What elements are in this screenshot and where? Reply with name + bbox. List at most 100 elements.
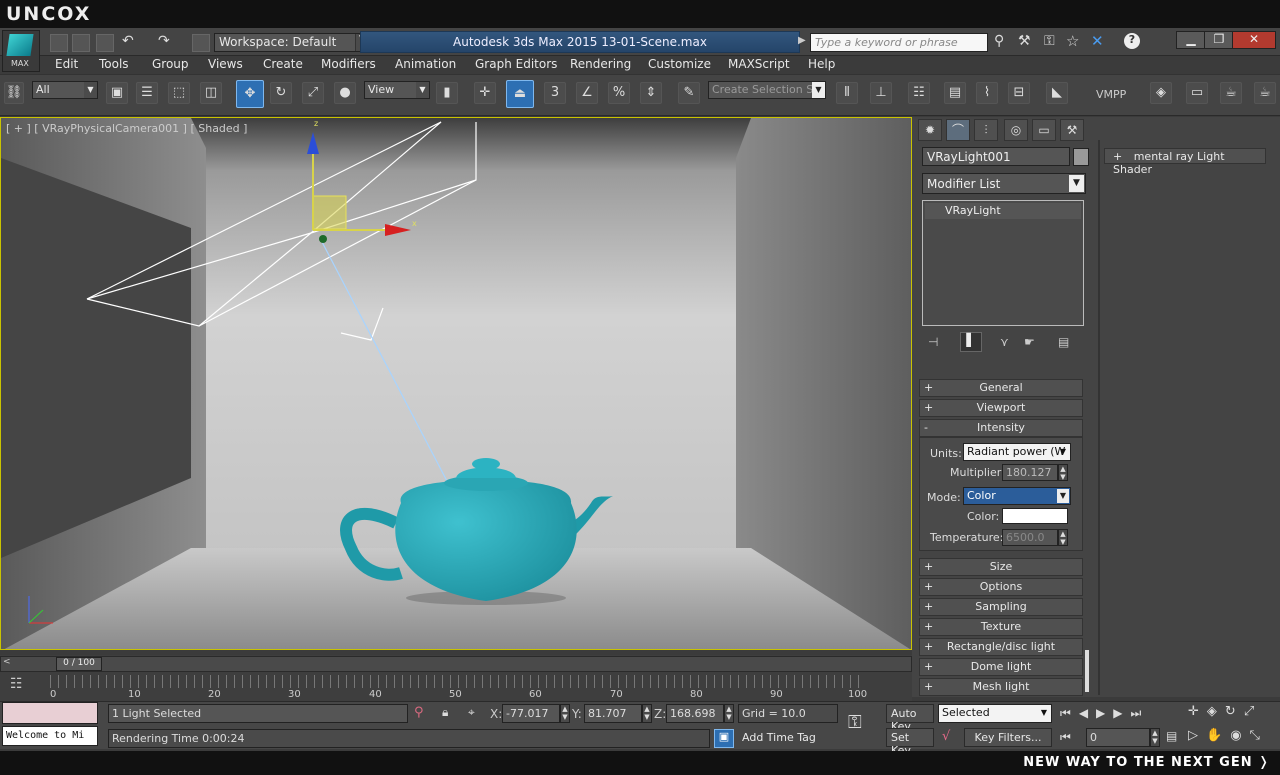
rollout-intensity[interactable]: - Intensity (919, 419, 1083, 437)
maximize-viewport-icon[interactable]: ⤢ (1244, 704, 1262, 719)
zoom-all-icon[interactable]: ◈ (1207, 704, 1225, 719)
close-button[interactable]: ✕ (1232, 31, 1276, 49)
walk-through-icon[interactable]: ◉ (1230, 728, 1249, 743)
key-filters-button[interactable]: Key Filters... (964, 728, 1052, 747)
time-tag-icon[interactable]: ▣ (714, 729, 734, 748)
project-folder-icon[interactable] (192, 34, 210, 52)
open-file-icon[interactable] (72, 34, 90, 52)
add-time-tag-button[interactable]: Add Time Tag (738, 729, 838, 748)
workspace-dropdown[interactable]: Workspace: Default ▼ (214, 33, 370, 52)
move-gizmo-plane[interactable] (312, 195, 347, 230)
previous-frame-icon[interactable]: ◀ (1079, 706, 1096, 720)
select-and-rotate-icon[interactable]: ↻ (270, 82, 292, 104)
rollout-mesh-light[interactable]: + Mesh light (919, 678, 1083, 696)
tools-icon[interactable]: ⚒ (1018, 33, 1031, 49)
select-by-name-icon[interactable]: ☰ (136, 82, 158, 104)
exchange-icon[interactable]: ✕ (1091, 32, 1104, 50)
isolate-selection-icon[interactable]: ⚲ (414, 705, 424, 720)
reference-coordinate-dropdown[interactable]: View ▼ (364, 81, 430, 99)
edit-named-selection-icon[interactable]: ✎ (678, 82, 700, 104)
current-frame-spinner[interactable]: ▲ ▼ (1150, 728, 1160, 747)
make-unique-icon[interactable]: ⋎ (1000, 335, 1009, 349)
layer-manager-icon[interactable]: ☷ (908, 82, 930, 104)
light-color-swatch[interactable] (1002, 508, 1068, 524)
configure-modifier-sets-icon[interactable]: ▤ (1058, 335, 1069, 349)
x-spinner[interactable]: ▲ ▼ (560, 704, 570, 723)
absolute-mode-icon[interactable]: ⌖ (468, 705, 475, 720)
field-of-view-icon[interactable]: ▷ (1188, 728, 1206, 743)
temperature-field[interactable]: 6500.0 (1002, 529, 1058, 546)
percent-snap-icon[interactable]: % (608, 82, 630, 104)
go-to-start-icon[interactable]: ⏮ (1060, 706, 1079, 720)
menu-rendering[interactable]: Rendering (570, 57, 631, 71)
z-spinner[interactable]: ▲ ▼ (724, 704, 734, 723)
temperature-spinner[interactable]: ▲ ▼ (1058, 529, 1068, 546)
menu-animation[interactable]: Animation (395, 57, 456, 71)
time-slider-thumb[interactable]: 0 / 100 (56, 657, 102, 671)
redo-icon[interactable]: ↷ (158, 33, 170, 49)
remove-modifier-icon[interactable]: ☛ (1024, 335, 1035, 349)
orbit-icon[interactable]: ↻ (1225, 704, 1244, 719)
modifier-stack[interactable]: VRayLight (922, 200, 1084, 326)
y-coordinate-field[interactable]: 81.707 (584, 704, 642, 723)
menu-group[interactable]: Group (152, 57, 189, 71)
named-selection-dropdown[interactable]: Create Selection Se ▼ (708, 81, 826, 99)
angle-snap-icon[interactable]: ∠ (576, 82, 598, 104)
display-tab-icon[interactable]: ▭ (1032, 119, 1056, 141)
select-object-icon[interactable]: ▣ (106, 82, 128, 104)
mirror-icon[interactable]: ⫴ (836, 82, 858, 104)
application-button[interactable]: MAX (2, 30, 40, 72)
rollout-rectangle-disc-light[interactable]: + Rectangle/disc light (919, 638, 1083, 656)
minimize-button[interactable]: ▁ (1176, 31, 1206, 49)
x-coordinate-field[interactable]: -77.017 (502, 704, 560, 723)
menu-create[interactable]: Create (263, 57, 303, 71)
frame-ticks[interactable] (50, 675, 862, 688)
keyboard-shortcut-override-icon[interactable]: ⏏ (506, 80, 534, 108)
link-icon[interactable]: ⛓ (4, 82, 24, 104)
render-production-icon[interactable]: ☕ (1220, 82, 1242, 104)
rollout-dome-light[interactable]: + Dome light (919, 658, 1083, 676)
next-frame-icon[interactable]: ▶ (1113, 706, 1130, 720)
mode-dropdown[interactable]: Color ▼ (963, 487, 1071, 505)
rendered-frame-window-icon[interactable]: ▭ (1186, 82, 1208, 104)
menu-graph-editors[interactable]: Graph Editors (475, 57, 557, 71)
menu-modifiers[interactable]: Modifiers (321, 57, 376, 71)
select-and-move-icon[interactable]: ✥ (236, 80, 264, 108)
restore-button[interactable]: ❐ (1204, 31, 1234, 49)
multiplier-spinner[interactable]: ▲ ▼ (1058, 464, 1068, 481)
rollout-viewport[interactable]: + Viewport (919, 399, 1083, 417)
current-frame-field[interactable]: 0 (1086, 728, 1150, 747)
rectangular-selection-icon[interactable]: ⬚ (168, 82, 190, 104)
rollout-general[interactable]: + General (919, 379, 1083, 397)
snap-toggle-icon[interactable]: 3 (544, 82, 566, 104)
lock-selection-icon[interactable]: 🔒︎ (442, 705, 448, 720)
render-iterative-icon[interactable]: ☕ (1254, 82, 1276, 104)
undo-icon[interactable]: ↶ (122, 33, 134, 49)
material-editor-icon[interactable]: ◣ (1046, 82, 1068, 104)
min-max-toggle-icon[interactable]: ⤡ (1250, 728, 1268, 743)
time-configuration-icon[interactable]: ▤ (1166, 729, 1177, 743)
rollout-texture[interactable]: + Texture (919, 618, 1083, 636)
rollout-size[interactable]: + Size (919, 558, 1083, 576)
star-icon[interactable]: ☆ (1066, 32, 1079, 50)
schematic-view-icon[interactable]: ⊟ (1008, 82, 1030, 104)
set-key-icon[interactable]: ⚿ (848, 712, 862, 733)
units-dropdown[interactable]: Radiant power (W ▼ (963, 443, 1071, 461)
maxscript-mini-listener[interactable]: Welcome to Mi (2, 726, 98, 746)
pivot-center-icon[interactable]: ▮ (436, 82, 458, 104)
chevron-left-icon[interactable]: < (3, 657, 11, 667)
y-spinner[interactable]: ▲ ▼ (642, 704, 652, 723)
menu-edit[interactable]: Edit (55, 57, 78, 71)
selection-filter-dropdown[interactable]: All ▼ (32, 81, 98, 99)
default-in-out-tangent-icon[interactable]: √ (942, 729, 950, 744)
time-slider-track[interactable] (0, 656, 912, 672)
hierarchy-tab-icon[interactable]: ⫶ (974, 119, 998, 141)
create-tab-icon[interactable]: ✹ (918, 119, 942, 141)
curve-editor-icon[interactable]: ⌇ (976, 82, 998, 104)
binoculars-icon[interactable]: ⚲ (994, 33, 1004, 49)
rollout-sampling[interactable]: + Sampling (919, 598, 1083, 616)
menu-customize[interactable]: Customize (648, 57, 711, 71)
pan-view-icon[interactable]: ✋ (1206, 728, 1230, 743)
window-crossing-icon[interactable]: ◫ (200, 82, 222, 104)
key-mode-toggle-icon[interactable]: ⏮ (1060, 730, 1071, 745)
